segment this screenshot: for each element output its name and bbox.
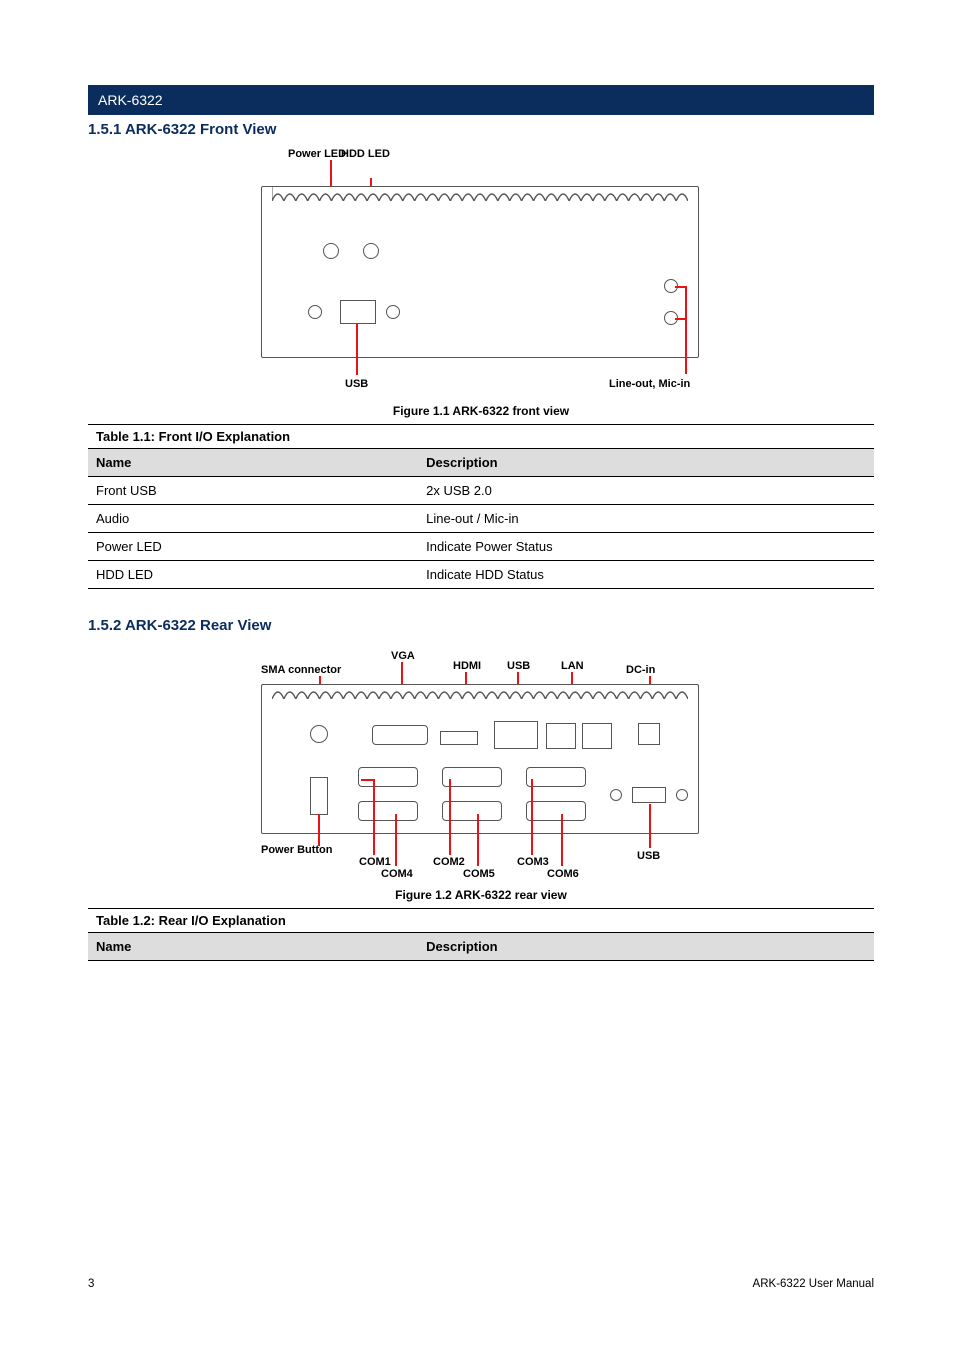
heatsink-fins [272,685,688,699]
label-usb-rear-bottom: USB [637,850,660,862]
com1-port [358,767,418,787]
screw [386,305,400,319]
com2-port [442,767,502,787]
page-footer: 3 ARK-6322 User Manual [88,1278,874,1290]
hdd-led-indicator [363,243,379,259]
label-power-button: Power Button [261,844,333,856]
screw [610,789,622,801]
table-row: Power LEDIndicate Power Status [88,533,874,561]
leader-line [318,814,320,846]
cell: Indicate Power Status [418,533,874,561]
leader-line [356,323,358,375]
label-hdd-led: HDD LED [341,148,390,160]
table-row: AudioLine-out / Mic-in [88,505,874,533]
lan-port-1 [546,723,576,749]
leader-line [675,286,687,288]
label-com3: COM3 [517,856,549,868]
rear-view-diagram: SMA connector VGA HDMI USB LAN DC-in [261,644,701,880]
com6-port [526,801,586,821]
leader-line [685,286,687,374]
com5-port [442,801,502,821]
leader-line [531,779,533,855]
footer-doc-title: ARK-6322 User Manual [753,1278,874,1290]
sma-connector [310,725,328,743]
label-hdmi: HDMI [453,660,481,672]
cell: Front USB [88,477,418,505]
screw [676,789,688,801]
label-com1: COM1 [359,856,391,868]
power-button [310,777,328,815]
com3-port [526,767,586,787]
leader-line [449,779,451,855]
cell: 2x USB 2.0 [418,477,874,505]
section-1-title: 1.5.1 ARK-6322 Front View [88,121,874,138]
vga-port [372,725,428,745]
label-com5: COM5 [463,868,495,880]
label-vga: VGA [391,650,415,662]
rear-io-table: Name Description [88,932,874,961]
leader-line [477,814,479,866]
figure-2-caption: Figure 1.2 ARK-6322 rear view [88,888,874,902]
label-com6: COM6 [547,868,579,880]
section-2-title: 1.5.2 ARK-6322 Rear View [88,617,874,634]
label-com4: COM4 [381,868,413,880]
chassis-front [261,186,699,358]
figure-1-caption: Figure 1.1 ARK-6322 front view [88,404,874,418]
page-number: 3 [88,1278,94,1290]
cell: HDD LED [88,561,418,589]
cell: Audio [88,505,418,533]
lan-port-2 [582,723,612,749]
col-name: Name [88,449,418,477]
product-name: ARK-6322 [98,92,163,108]
label-dcin: DC-in [626,664,655,676]
leader-line [675,318,687,320]
com4-port [358,801,418,821]
label-usb-rear-top: USB [507,660,530,672]
label-sma: SMA connector [261,664,341,676]
cell: Line-out / Mic-in [418,505,874,533]
table-2-caption: Table 1.2: Rear I/O Explanation [88,908,874,932]
table-row: Front USB2x USB 2.0 [88,477,874,505]
front-view-diagram: Power LED HDD LED [261,148,701,396]
power-led-indicator [323,243,339,259]
screw [308,305,322,319]
leader-line [373,779,375,855]
hdmi-port [440,731,478,745]
rear-usb-single [632,787,666,803]
leader-line [649,804,651,848]
rear-usb-stack [494,721,538,749]
front-io-table: Name Description Front USB2x USB 2.0 Aud… [88,448,874,589]
col-desc: Description [418,449,874,477]
table-1-caption: Table 1.1: Front I/O Explanation [88,424,874,448]
chassis-rear [261,684,699,834]
cell: Power LED [88,533,418,561]
col-desc: Description [418,933,874,961]
label-usb-front: USB [345,378,368,390]
label-lan: LAN [561,660,584,672]
label-com2: COM2 [433,856,465,868]
cell: Indicate HDD Status [418,561,874,589]
table-row: HDD LEDIndicate HDD Status [88,561,874,589]
dc-in-jack [638,723,660,745]
leader-line [361,779,375,781]
col-name: Name [88,933,418,961]
leader-line [395,814,397,866]
label-power-led: Power LED [288,148,346,160]
product-banner: ARK-6322 [88,85,874,115]
front-usb-port [340,300,376,324]
heatsink-fins [272,187,688,201]
label-lineout-micin: Line-out, Mic-in [609,378,690,390]
leader-line [561,814,563,866]
